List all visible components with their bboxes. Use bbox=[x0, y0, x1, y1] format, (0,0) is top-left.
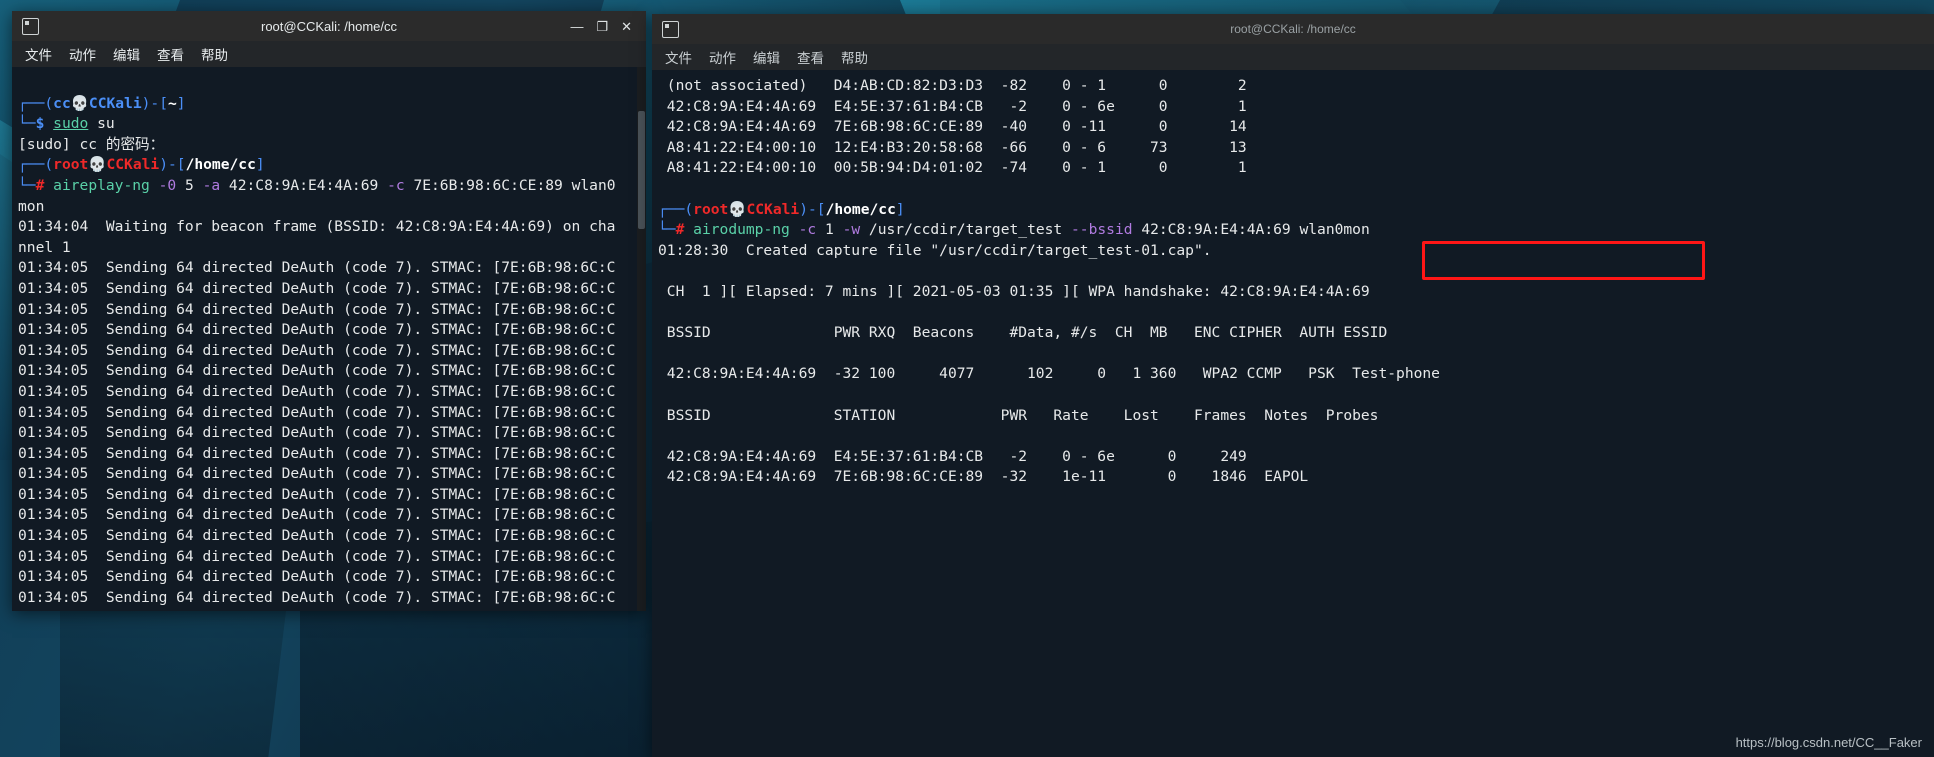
scrollbar-thumb[interactable] bbox=[638, 111, 645, 229]
close-button[interactable]: ✕ bbox=[621, 20, 632, 33]
right-window-menubar[interactable]: 文件 动作 编辑 查看 帮助 bbox=[652, 44, 1934, 70]
left-window-titlebar[interactable]: root@CCKali: /home/cc — ❐ ✕ bbox=[12, 11, 646, 41]
menu-item-actions[interactable]: 动作 bbox=[709, 47, 736, 67]
menu-item-edit[interactable]: 编辑 bbox=[113, 44, 140, 64]
left-terminal-text: ┌──(cc💀CCKali)-[~] └─$ sudo su [sudo] cc… bbox=[18, 94, 616, 611]
left-window-menubar[interactable]: 文件 动作 编辑 查看 帮助 bbox=[12, 41, 646, 67]
left-terminal-canvas[interactable]: ┌──(cc💀CCKali)-[~] └─$ sudo su [sudo] cc… bbox=[12, 67, 646, 611]
terminal-window-right[interactable]: root@CCKali: /home/cc 文件 动作 编辑 查看 帮助 (no… bbox=[652, 14, 1934, 757]
terminal-icon bbox=[22, 17, 39, 35]
menu-item-help[interactable]: 帮助 bbox=[201, 44, 228, 64]
right-terminal-text: (not associated) D4:AB:CD:82:D3:D3 -82 0… bbox=[658, 77, 1440, 486]
minimize-button[interactable]: — bbox=[570, 20, 583, 33]
maximize-button[interactable]: ❐ bbox=[596, 20, 608, 33]
menu-item-view[interactable]: 查看 bbox=[157, 44, 184, 64]
right-terminal-canvas[interactable]: (not associated) D4:AB:CD:82:D3:D3 -82 0… bbox=[652, 70, 1934, 757]
terminal-window-left[interactable]: root@CCKali: /home/cc — ❐ ✕ 文件 动作 编辑 查看 … bbox=[12, 11, 646, 611]
menu-item-file[interactable]: 文件 bbox=[25, 44, 52, 64]
terminal-icon bbox=[662, 20, 679, 38]
blog-watermark: https://blog.csdn.net/CC__Faker bbox=[1735, 735, 1922, 750]
menu-item-view[interactable]: 查看 bbox=[797, 47, 824, 67]
menu-item-file[interactable]: 文件 bbox=[665, 47, 692, 67]
menu-item-edit[interactable]: 编辑 bbox=[753, 47, 780, 67]
left-window-title: root@CCKali: /home/cc bbox=[260, 18, 398, 34]
right-window-title: root@CCKali: /home/cc bbox=[1230, 22, 1356, 36]
menu-item-help[interactable]: 帮助 bbox=[841, 47, 868, 67]
left-terminal-scrollbar[interactable] bbox=[637, 67, 646, 611]
right-window-titlebar[interactable]: root@CCKali: /home/cc bbox=[652, 14, 1934, 44]
menu-item-actions[interactable]: 动作 bbox=[69, 44, 96, 64]
